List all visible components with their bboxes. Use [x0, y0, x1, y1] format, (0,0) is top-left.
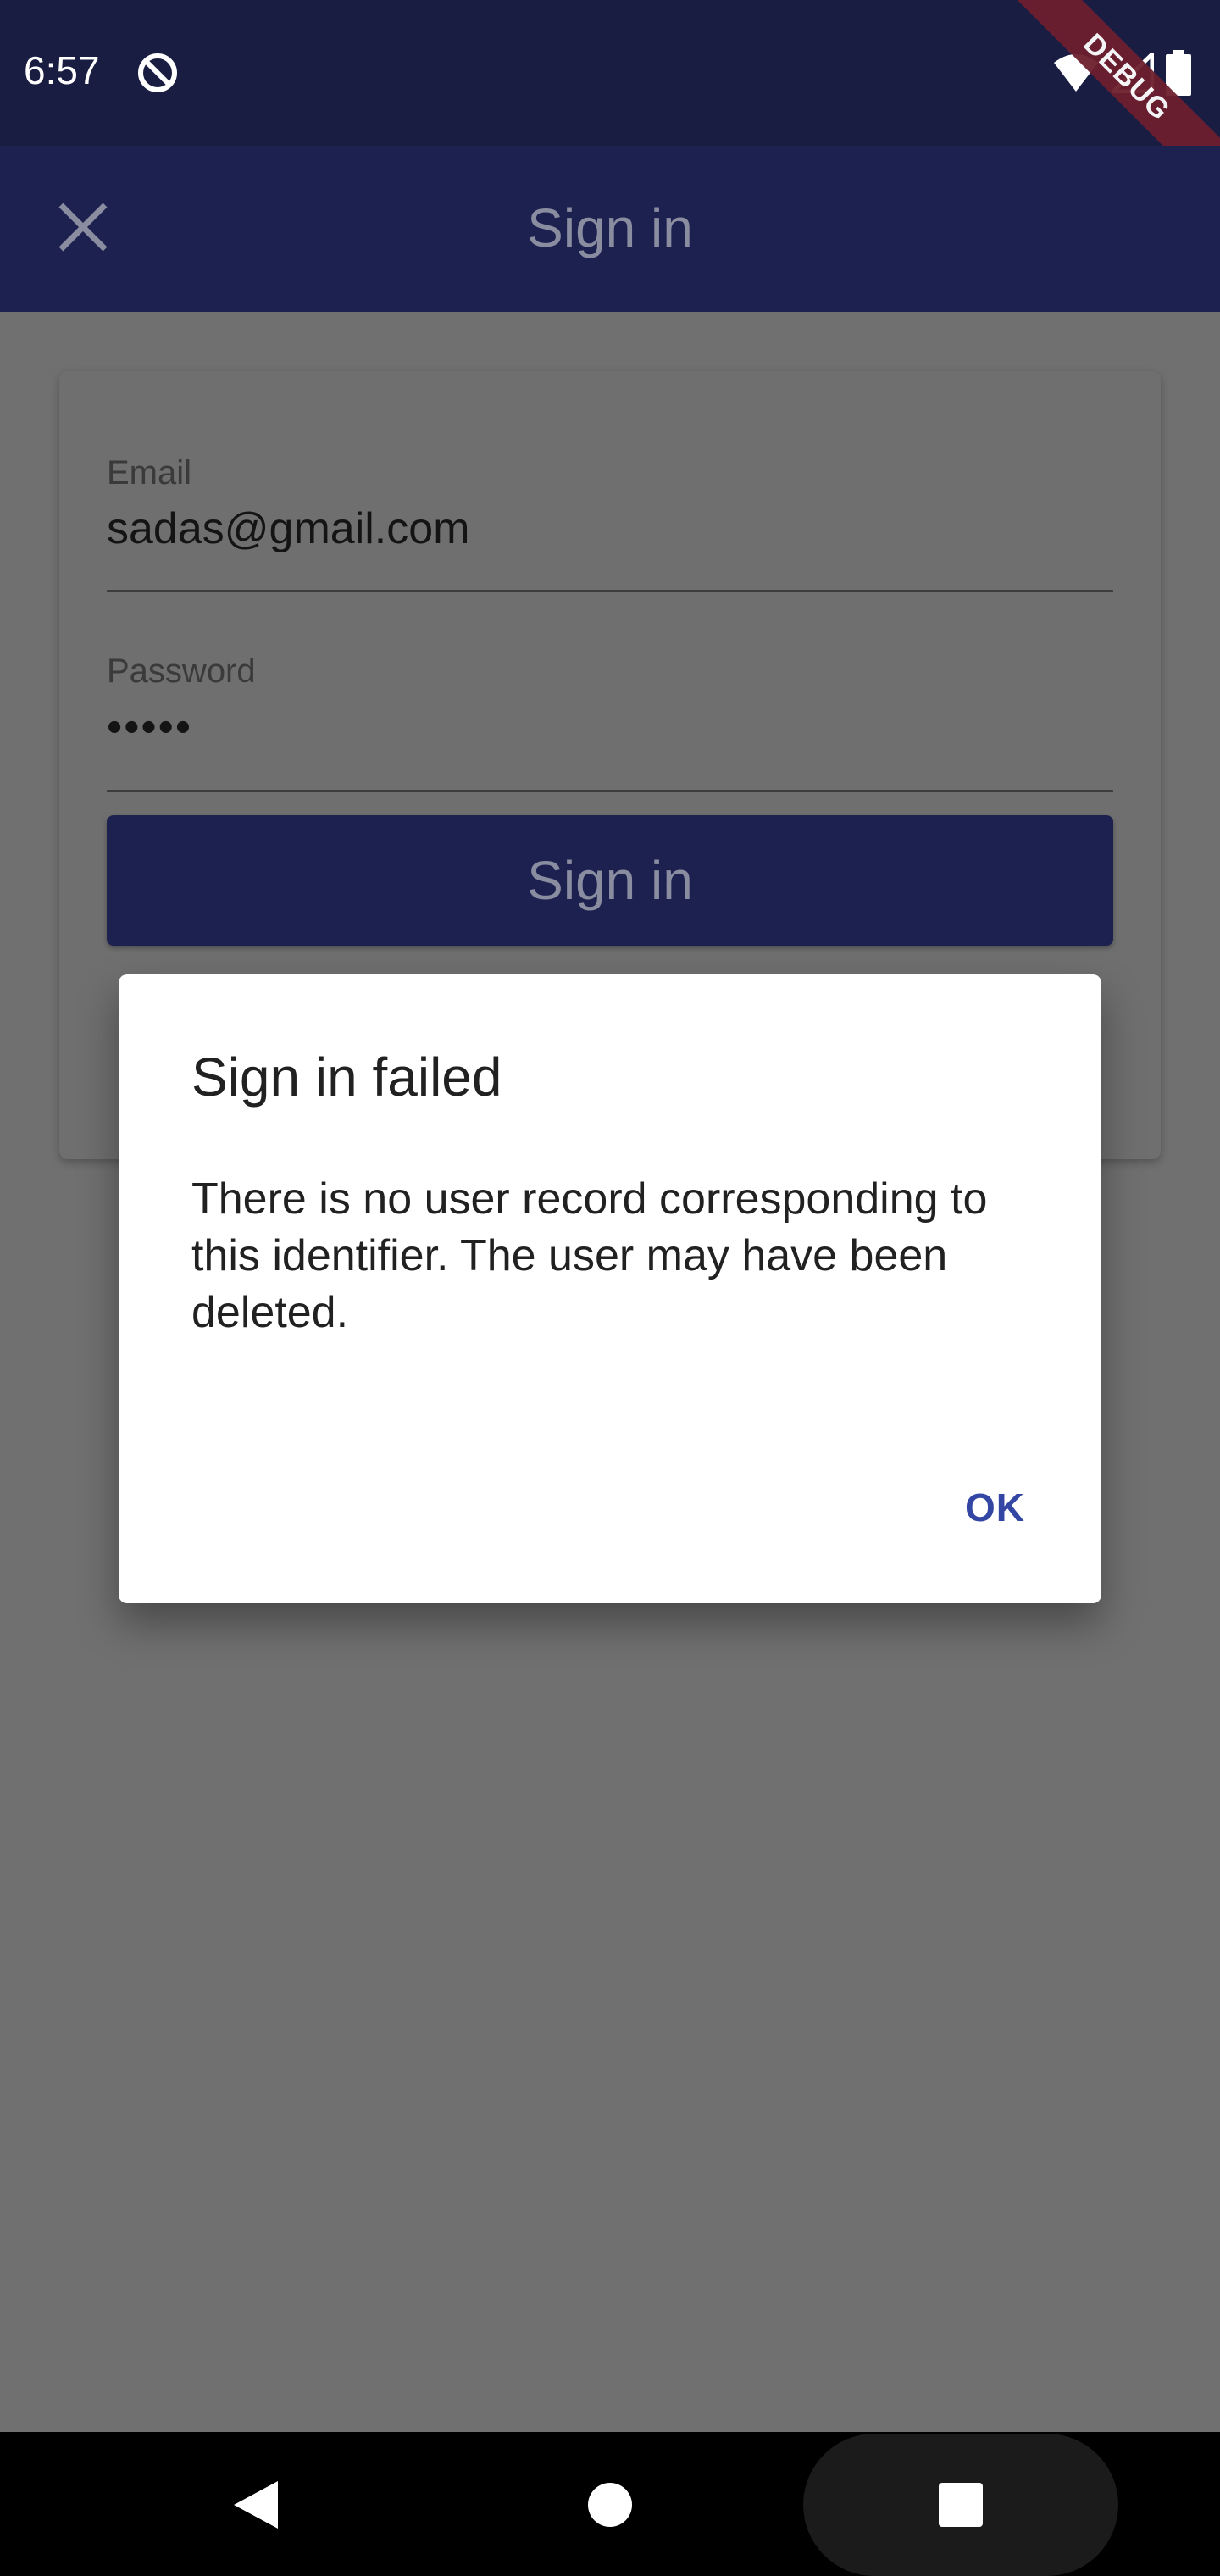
dialog-title: Sign in failed [191, 1046, 502, 1108]
email-field[interactable]: sadas@gmail.com [107, 503, 470, 554]
error-dialog: Sign in failed There is no user record c… [119, 974, 1101, 1603]
email-underline [107, 590, 1113, 592]
sync-icon [138, 53, 177, 92]
dialog-message: There is no user record corresponding to… [191, 1174, 988, 1337]
sign-in-button[interactable]: Sign in [107, 815, 1113, 946]
password-underline [107, 790, 1113, 792]
recents-icon[interactable] [939, 2483, 983, 2527]
status-time: 6:57 [24, 48, 100, 92]
back-icon[interactable] [229, 2476, 286, 2534]
page-title: Sign in [527, 197, 693, 258]
home-icon[interactable] [588, 2483, 632, 2527]
status-bar: 6:57 DEBUG [0, 0, 1220, 202]
email-label: Email [107, 454, 192, 491]
ok-button[interactable]: OK [965, 1485, 1025, 1530]
password-label: Password [107, 652, 256, 690]
password-field[interactable]: ••••• [107, 702, 192, 752]
